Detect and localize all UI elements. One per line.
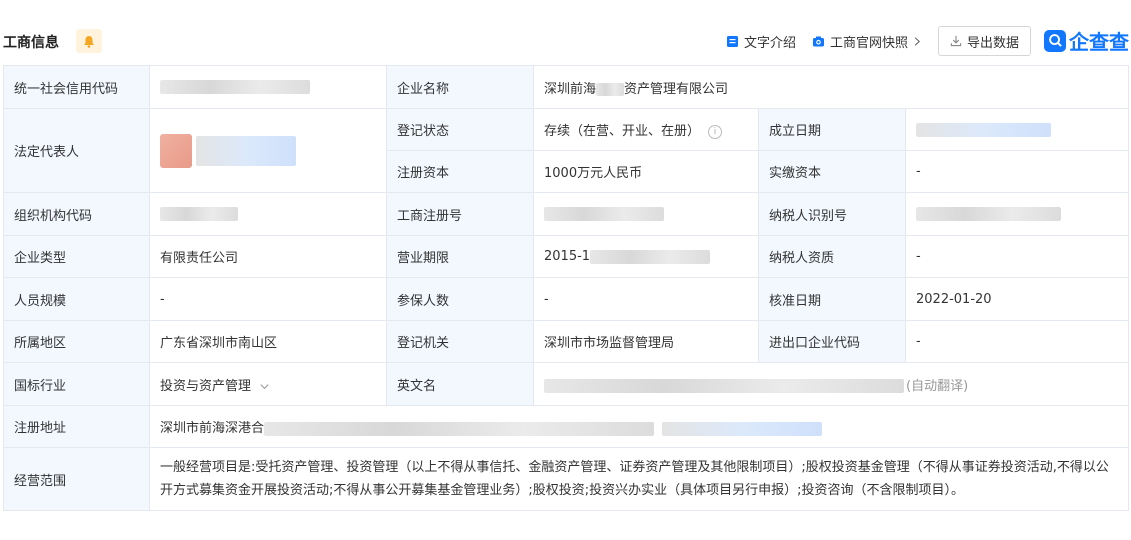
snapshot-link[interactable]: 工商官网快照	[812, 32, 922, 51]
legal-rep-label: 法定代表人	[3, 108, 150, 193]
found-date-label: 成立日期	[758, 108, 906, 151]
reg-status-value: 存续（在营、开业、在册） i	[533, 108, 759, 151]
text-intro-label: 文字介绍	[744, 36, 797, 51]
reg-authority-label: 登记机关	[386, 320, 534, 363]
table-row: 法定代表人 登记状态 存续（在营、开业、在册） i 成立日期	[3, 108, 1129, 193]
industry-text: 投资与资产管理	[160, 378, 252, 394]
document-icon	[727, 36, 738, 47]
scope-label: 经营范围	[3, 447, 150, 511]
credit-code-label: 统一社会信用代码	[3, 65, 150, 109]
table-row: 所属地区 广东省深圳市南山区 登记机关 深圳市市场监督管理局 进出口企业代码 -	[3, 320, 1129, 363]
snapshot-label: 工商官网快照	[830, 36, 909, 51]
import-export-label: 进出口企业代码	[758, 320, 906, 363]
brand-name: 企查查	[1069, 30, 1129, 54]
section-title: 工商信息	[3, 35, 59, 51]
company-name-label: 企业名称	[386, 65, 534, 109]
biz-term-value: 2015-1	[533, 235, 759, 278]
import-export-value: -	[905, 320, 1129, 363]
reg-status-label: 登记状态	[386, 108, 534, 151]
region-label: 所属地区	[3, 320, 150, 363]
table-row: 统一社会信用代码 企业名称 深圳前海 资产管理有限公司	[3, 65, 1129, 109]
biz-reg-no-value	[533, 192, 759, 236]
biz-reg-no-label: 工商注册号	[386, 192, 534, 236]
approval-date-label: 核准日期	[758, 277, 906, 321]
taxpayer-qual-value: -	[905, 235, 1129, 278]
reg-capital-label: 注册资本	[386, 150, 534, 193]
region-value: 广东省深圳市南山区	[149, 320, 387, 363]
insured-label: 参保人数	[386, 277, 534, 321]
biz-term-label: 营业期限	[386, 235, 534, 278]
export-button[interactable]: 导出数据	[938, 26, 1031, 56]
address-label: 注册地址	[3, 405, 150, 448]
company-type-value: 有限责任公司	[149, 235, 387, 278]
business-info-table: 统一社会信用代码 企业名称 深圳前海 资产管理有限公司 法定代表人 登记状态 存续…	[3, 65, 1129, 511]
reg-status-text: 存续（在营、开业、在册）	[544, 124, 701, 139]
org-code-label: 组织机构代码	[3, 192, 150, 236]
taxpayer-qual-label: 纳税人资质	[758, 235, 906, 278]
staff-size-value: -	[149, 277, 387, 321]
insured-value: -	[533, 277, 759, 321]
table-row: 组织机构代码 工商注册号 纳税人识别号	[3, 192, 1129, 236]
industry-value[interactable]: 投资与资产管理	[149, 362, 387, 406]
taxpayer-id-label: 纳税人识别号	[758, 192, 906, 236]
chevron-right-icon	[914, 37, 920, 46]
text-intro-link[interactable]: 文字介绍	[726, 32, 796, 51]
biz-term-text: 2015-1	[544, 249, 591, 264]
camera-icon	[813, 36, 824, 47]
table-row: 注册地址 深圳市前海深港合	[3, 405, 1129, 448]
company-name-suffix: 资产管理有限公司	[624, 81, 729, 97]
paid-capital-value: -	[905, 150, 1129, 193]
company-name-value: 深圳前海 资产管理有限公司	[533, 65, 1129, 109]
found-date-value	[905, 108, 1129, 151]
table-row: 国标行业 投资与资产管理 英文名 (自动翻译)	[3, 362, 1129, 406]
qichacha-logo: 企查查	[1044, 26, 1129, 55]
table-row: 人员规模 - 参保人数 - 核准日期 2022-01-20	[3, 277, 1129, 321]
table-row: 企业类型 有限责任公司 营业期限 2015-1 纳税人资质 -	[3, 235, 1129, 278]
download-icon	[950, 35, 962, 47]
org-code-value	[149, 192, 387, 236]
industry-label: 国标行业	[3, 362, 150, 406]
section-header: 工商信息 文字介绍 工商官网快照 导出数据 企查查	[0, 22, 1131, 62]
company-type-label: 企业类型	[3, 235, 150, 278]
table-row: 经营范围 一般经营项目是:受托资产管理、投资管理（以上不得从事信托、金融资产管理…	[3, 447, 1129, 511]
company-name-prefix: 深圳前海	[544, 81, 597, 97]
approval-date-value: 2022-01-20	[905, 277, 1129, 321]
paid-capital-label: 实缴资本	[758, 150, 906, 193]
credit-code-value	[149, 65, 387, 109]
export-label: 导出数据	[966, 35, 1019, 51]
reg-capital-value: 1000万元人民币	[533, 150, 759, 193]
scope-value: 一般经营项目是:受托资产管理、投资管理（以上不得从事信托、金融资产管理、证券资产…	[149, 447, 1129, 511]
address-value: 深圳市前海深港合	[149, 405, 1129, 448]
bell-icon[interactable]	[76, 29, 102, 53]
legal-rep-value[interactable]	[149, 108, 387, 193]
auto-translate-note: (自动翻译)	[906, 378, 969, 394]
english-name-label: 英文名	[386, 362, 534, 406]
reg-authority-value: 深圳市市场监督管理局	[533, 320, 759, 363]
qichacha-logo-icon	[1044, 29, 1066, 52]
english-name-value: (自动翻译)	[533, 362, 1129, 406]
chevron-down-icon	[260, 383, 269, 389]
taxpayer-id-value	[905, 192, 1129, 236]
avatar	[160, 133, 192, 168]
info-icon[interactable]: i	[708, 124, 723, 139]
address-text: 深圳市前海深港合	[160, 421, 265, 436]
staff-size-label: 人员规模	[3, 277, 150, 321]
